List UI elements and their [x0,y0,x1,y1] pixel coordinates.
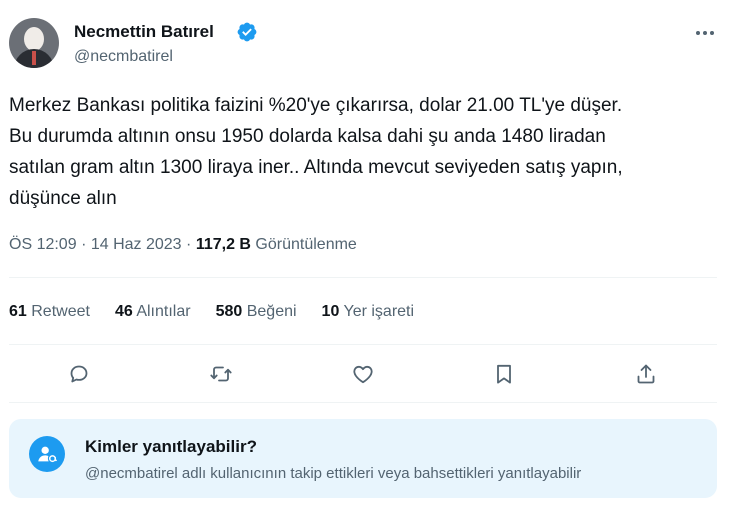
bookmark-button[interactable] [488,358,520,390]
engagement-stats: 61 Retweet 46 Alıntılar 580 Beğeni 10 Ye… [9,301,439,323]
stat-label: Beğeni [246,303,297,320]
reply-button[interactable] [63,358,95,390]
tweet-date[interactable]: 14 Haz 2023 [91,236,182,253]
reply-restriction-title: Kimler yanıtlayabilir? [85,437,257,456]
share-icon [637,364,655,384]
tweet-meta: ÖS 12:09 · 14 Haz 2023 · 117,2 B Görüntü… [9,234,357,256]
like-button[interactable] [347,358,379,390]
retweet-stat[interactable]: 61 Retweet [9,301,90,323]
stat-count: 46 [114,303,133,320]
stat-count: 61 [9,303,27,320]
verified-badge-icon [237,22,257,42]
views-label: Görüntülenme [255,236,357,253]
tweet-time[interactable]: ÖS 12:09 [9,236,77,253]
tweet-text: Merkez Bankası politika faizini %20'ye ç… [9,90,724,214]
retweet-button[interactable] [205,358,237,390]
divider [9,277,717,278]
stat-label: Alıntılar [136,303,191,320]
tweet-text-line: Merkez Bankası politika faizini %20'ye ç… [9,95,623,116]
bookmark-icon [497,364,511,384]
stat-count: 580 [215,303,243,320]
meta-separator: · [186,236,192,253]
bookmark-stat[interactable]: 10 Yer işareti [322,301,415,323]
meta-separator: · [81,236,87,253]
more-options-button[interactable] [690,22,720,44]
retweet-icon [210,366,232,382]
tweet-text-line: Bu durumda altının onsu 1950 dolarda kal… [9,126,606,147]
author-display-name[interactable]: Necmettin Batırel [74,21,214,43]
more-dots-icon [696,31,714,35]
stat-count: 10 [321,303,340,320]
tweet-text-line: satılan gram altın 1300 liraya iner.. Al… [9,157,623,178]
reply-restriction-subtitle: @necmbatirel adlı kullanıcının takip ett… [85,465,582,482]
like-stat[interactable]: 580 Beğeni [216,301,297,323]
reply-icon [70,365,88,383]
divider [9,402,717,403]
author-handle[interactable]: @necmbatirel [74,47,173,67]
divider [9,344,717,345]
views-count: 117,2 B [195,236,251,253]
action-bar [0,358,739,390]
mention-user-icon [29,436,65,472]
reply-restriction-notice: Kimler yanıtlayabilir? @necmbatirel adlı… [9,419,717,498]
avatar[interactable] [9,18,59,68]
avatar-face [24,27,44,51]
avatar-tie [32,51,36,65]
like-icon [353,365,373,384]
stat-label: Retweet [31,303,90,320]
share-button[interactable] [630,358,662,390]
user-at-icon [38,446,57,463]
quote-stat[interactable]: 46 Alıntılar [115,301,191,323]
stat-label: Yer işareti [343,303,415,320]
tweet-detail: Necmettin Batırel @necmbatirel Merkez Ba… [0,0,739,512]
tweet-text-line: düşünce alın [9,188,117,209]
